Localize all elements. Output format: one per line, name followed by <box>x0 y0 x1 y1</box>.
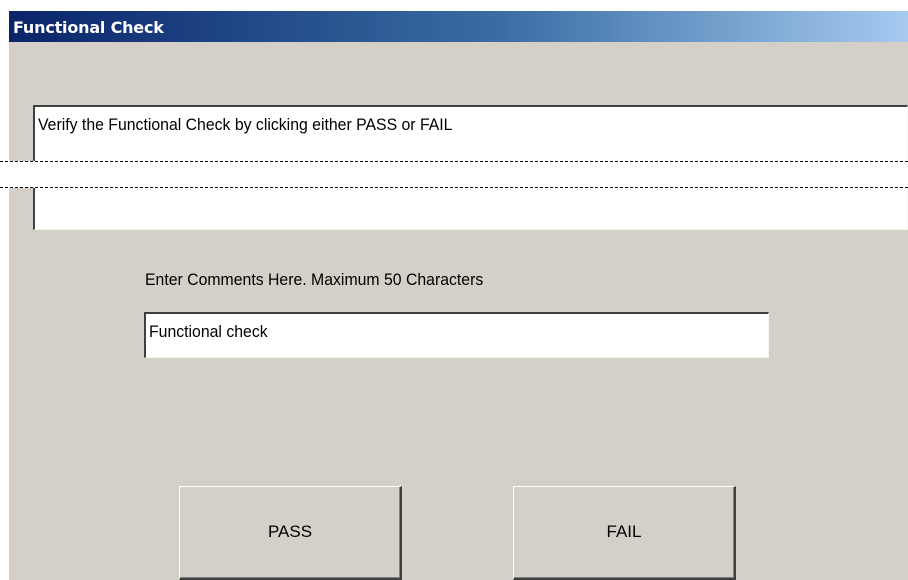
comments-label: Enter Comments Here. Maximum 50 Characte… <box>145 270 484 289</box>
tear-line-bottom <box>0 187 908 188</box>
window-title: Functional Check <box>13 18 164 37</box>
tear-line-top <box>0 161 908 162</box>
pass-button[interactable]: PASS <box>179 486 402 580</box>
fail-button[interactable]: FAIL <box>513 486 736 580</box>
instruction-text: Verify the Functional Check by clicking … <box>38 115 453 134</box>
comments-input-value: Functional check <box>149 322 268 341</box>
title-bar[interactable]: Functional Check <box>9 11 908 42</box>
functional-check-dialog: Functional Check Verify the Functional C… <box>0 11 908 580</box>
fail-button-label: FAIL <box>606 522 642 541</box>
pass-button-label: PASS <box>267 522 313 541</box>
comments-input[interactable]: Functional check <box>144 312 769 358</box>
screenshot-tear-divider <box>0 161 908 188</box>
